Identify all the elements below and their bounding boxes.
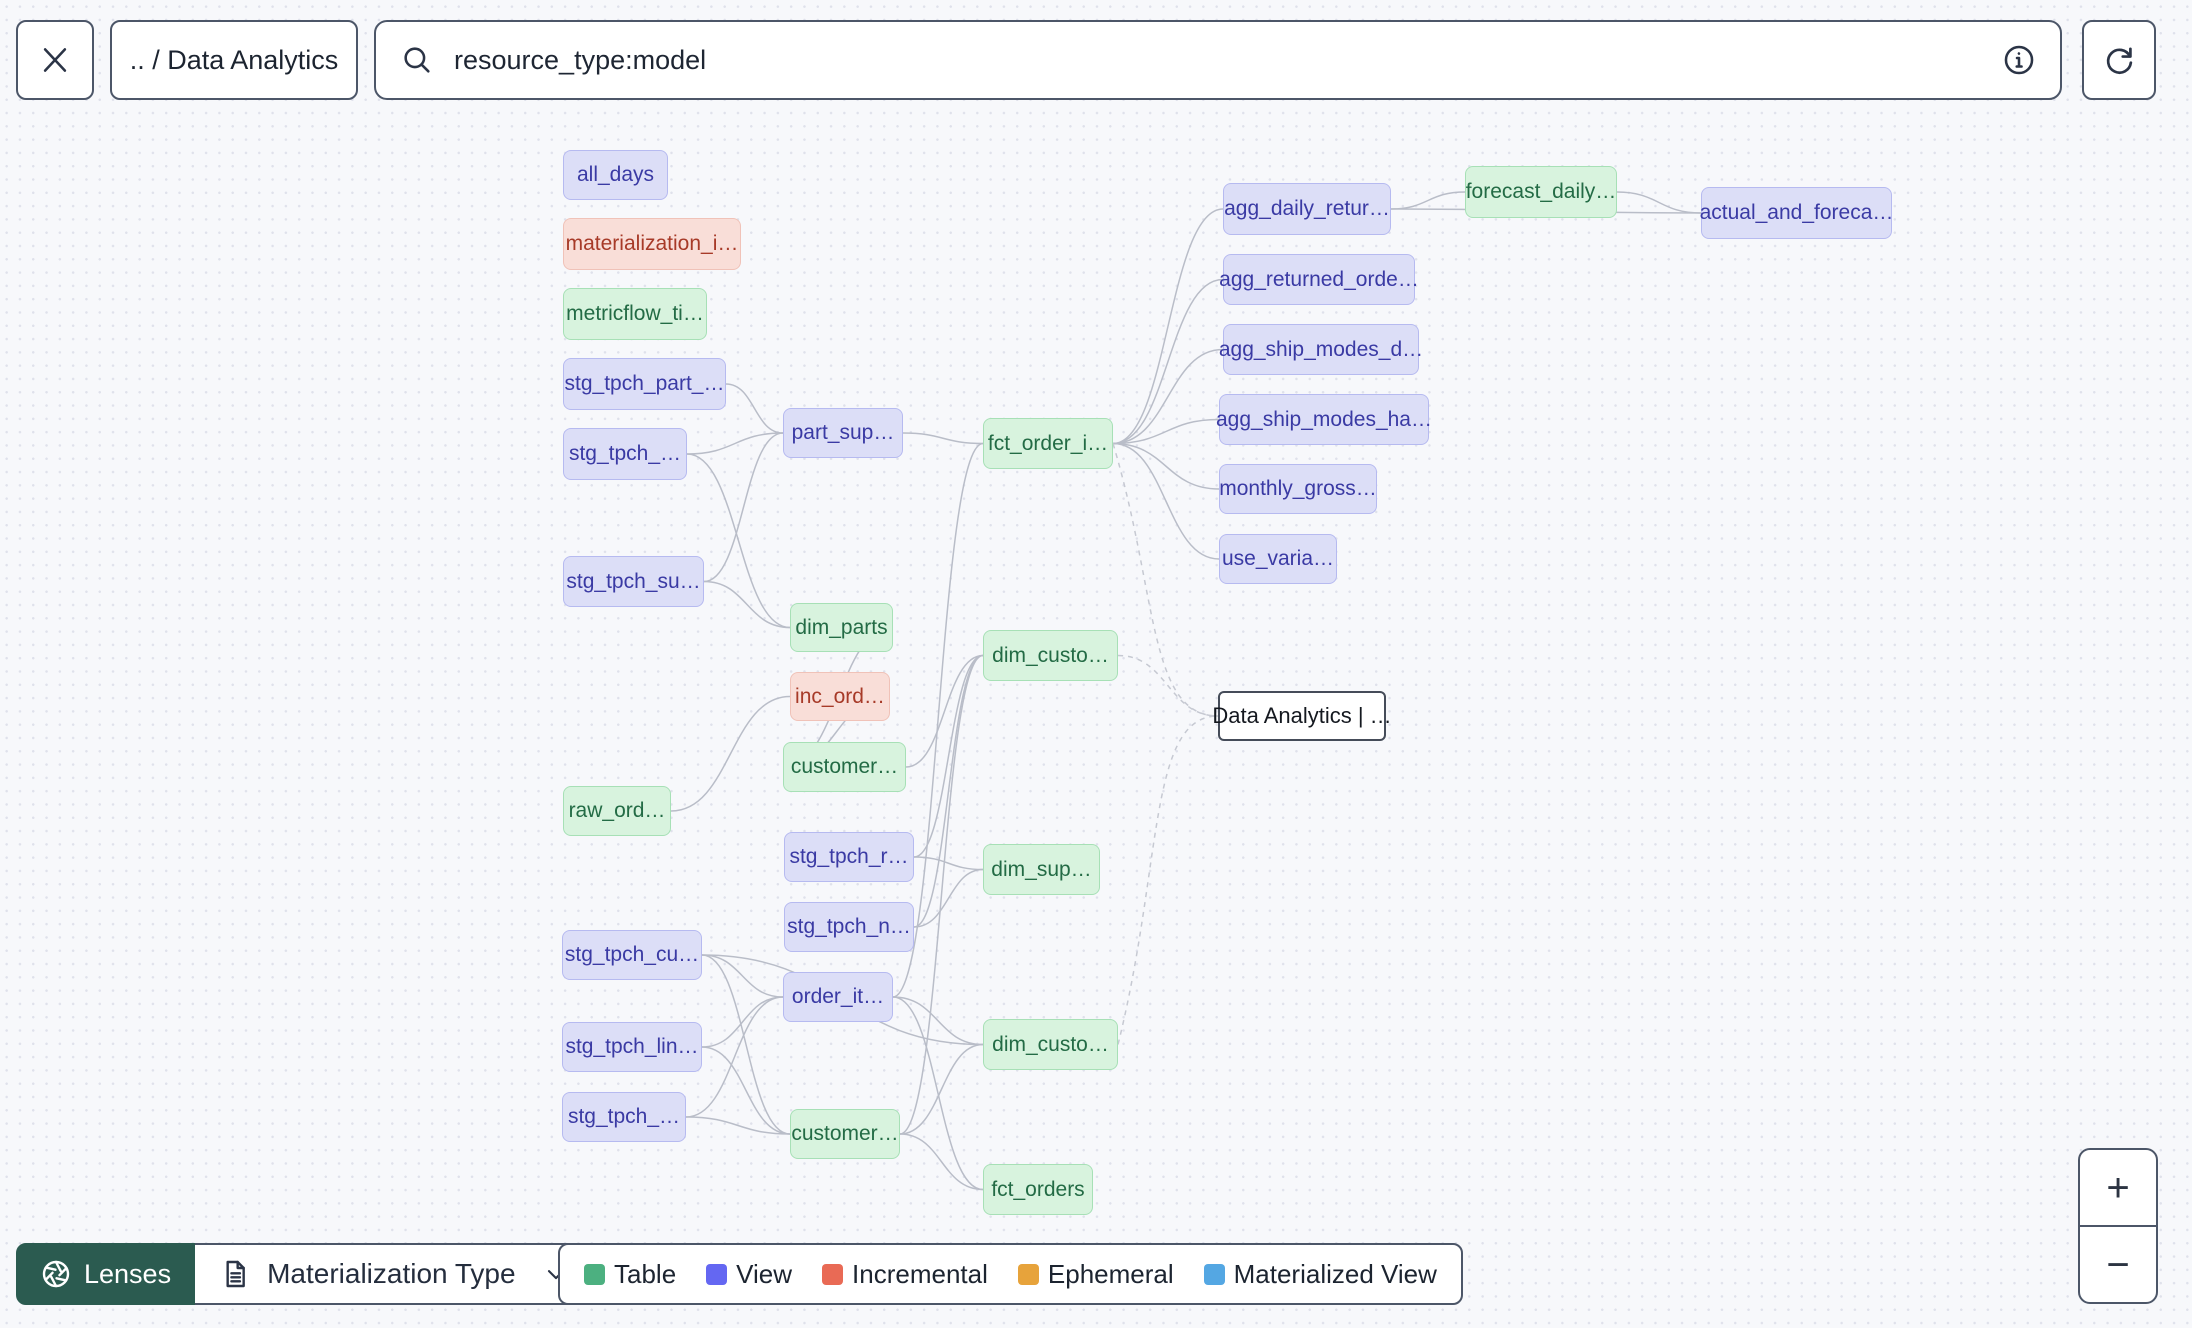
graph-edge-raw_ord-inc_ord bbox=[670, 695, 791, 812]
legend-label: Table bbox=[614, 1258, 677, 1289]
breadcrumb-label: .. / Data Analytics bbox=[129, 44, 339, 75]
graph-node-dim_parts[interactable]: dim_parts bbox=[790, 603, 893, 652]
graph-edge-stg_tpch_part-part_sup bbox=[725, 383, 784, 434]
graph-edge-fct_order_i-agg_daily_retur bbox=[1112, 208, 1224, 445]
legend-item-materialized-view: Materialized View bbox=[1203, 1258, 1437, 1290]
lenses-button-label: Lenses bbox=[84, 1258, 172, 1289]
graph-node-part_sup[interactable]: part_sup… bbox=[783, 408, 903, 458]
graph-node-use_varia[interactable]: use_varia… bbox=[1219, 534, 1337, 584]
graph-node-raw_ord[interactable]: raw_ord… bbox=[563, 786, 671, 836]
legend-swatch bbox=[584, 1263, 605, 1285]
graph-node-forecast_daily[interactable]: forecast_daily… bbox=[1465, 166, 1617, 218]
lens-selector[interactable]: Materialization Type bbox=[195, 1243, 596, 1305]
graph-node-stg_tpch_n[interactable]: stg_tpch_n… bbox=[784, 902, 914, 952]
graph-node-customer_a[interactable]: customer… bbox=[783, 742, 906, 792]
materialization-legend: Table View Incremental Ephemeral Materialize… bbox=[558, 1243, 1463, 1305]
legend-item-ephemeral: Ephemeral bbox=[1017, 1258, 1174, 1290]
legend-item-incremental: Incremental bbox=[822, 1259, 988, 1290]
search-input[interactable] bbox=[454, 44, 2002, 76]
graph-node-dim_custo_a[interactable]: dim_custo… bbox=[983, 630, 1118, 681]
graph-edge-fct_order_i-monthly_gross bbox=[1112, 442, 1220, 490]
info-icon[interactable] bbox=[2002, 43, 2036, 77]
aperture-icon bbox=[40, 1258, 72, 1290]
graph-node-stg_tpch_a[interactable]: stg_tpch_… bbox=[563, 428, 687, 480]
graph-edge-stg_tpch_n-dim_custo_a bbox=[913, 654, 984, 928]
graph-edge-stg_tpch_lin-customer_b bbox=[701, 1046, 791, 1135]
lens-selected-label: Materialization Type bbox=[267, 1258, 516, 1289]
legend-label: Incremental bbox=[852, 1258, 988, 1289]
graph-node-dim_sup[interactable]: dim_sup… bbox=[983, 844, 1100, 895]
search-icon bbox=[400, 43, 434, 77]
graph-edge-dim_custo_b-exposure bbox=[1117, 715, 1219, 1045]
graph-node-exposure[interactable]: Data Analytics | … bbox=[1212, 691, 1392, 741]
legend-swatch bbox=[1203, 1263, 1225, 1285]
close-button[interactable] bbox=[16, 20, 94, 100]
graph-node-dim_custo_b[interactable]: dim_custo… bbox=[983, 1019, 1118, 1070]
graph-node-inc_ord[interactable]: inc_ord… bbox=[790, 672, 890, 721]
graph-node-metricflow[interactable]: metricflow_ti… bbox=[563, 288, 707, 340]
graph-node-fct_orders[interactable]: fct_orders bbox=[983, 1164, 1093, 1215]
breadcrumb[interactable]: .. / Data Analytics bbox=[110, 20, 358, 100]
graph-node-all_days[interactable]: all_days bbox=[563, 150, 668, 200]
document-icon bbox=[219, 1258, 251, 1290]
graph-edge-customer_a-dim_custo_a bbox=[905, 654, 984, 768]
graph-node-agg_daily_retur[interactable]: agg_daily_retur… bbox=[1223, 183, 1391, 235]
refresh-button[interactable] bbox=[2082, 20, 2156, 100]
legend-item-table: Table bbox=[584, 1259, 676, 1290]
graph-edge-fct_order_i-agg_returned bbox=[1112, 278, 1224, 445]
graph-edge-customer_b-fct_orders bbox=[899, 1133, 984, 1191]
graph-edge-stg_tpch_su-dim_parts bbox=[703, 580, 791, 629]
graph-edge-customer_b-dim_custo_b bbox=[899, 1043, 984, 1135]
graph-edge-forecast_daily-actual_foreca bbox=[1616, 191, 1702, 214]
graph-node-stg_tpch_b[interactable]: stg_tpch_… bbox=[562, 1092, 686, 1142]
legend-swatch bbox=[822, 1263, 844, 1285]
lineage-graph-canvas[interactable]: all_days materialization_i… metricflow_ti…… bbox=[0, 0, 2192, 1328]
graph-edge-stg_tpch_a-part_sup bbox=[686, 432, 784, 455]
search-bar[interactable] bbox=[374, 20, 2062, 100]
graph-node-fct_order_i[interactable]: fct_order_i… bbox=[983, 418, 1113, 469]
graph-edge-fct_order_i-use_varia bbox=[1112, 442, 1220, 560]
refresh-arrow-icon bbox=[2101, 42, 2137, 78]
legend-swatch bbox=[706, 1263, 728, 1285]
zoom-out-button[interactable]: − bbox=[2080, 1227, 2156, 1302]
graph-edge-order_it-fct_orders bbox=[892, 996, 984, 1191]
graph-node-agg_returned[interactable]: agg_returned_orde… bbox=[1219, 254, 1419, 305]
graph-edge-customer_b-dim_custo_a bbox=[899, 654, 984, 1135]
legend-item-view: View bbox=[706, 1259, 792, 1290]
graph-node-customer_b[interactable]: customer… bbox=[790, 1109, 900, 1159]
legend-label: Ephemeral bbox=[1047, 1258, 1174, 1289]
lenses-button[interactable]: Lenses bbox=[16, 1243, 196, 1305]
graph-node-stg_tpch_su[interactable]: stg_tpch_su… bbox=[563, 556, 704, 607]
graph-node-actual_foreca[interactable]: actual_and_foreca… bbox=[1700, 187, 1893, 239]
graph-edge-part_sup-fct_order_i bbox=[902, 432, 984, 445]
graph-node-agg_ship_ha[interactable]: agg_ship_modes_ha… bbox=[1216, 394, 1432, 445]
graph-edge-fct_order_i-exposure bbox=[1112, 443, 1219, 717]
zoom-in-button[interactable]: + bbox=[2080, 1150, 2156, 1225]
graph-node-materialization[interactable]: materialization_i… bbox=[563, 218, 741, 270]
graph-node-monthly_gross[interactable]: monthly_gross… bbox=[1219, 464, 1377, 514]
graph-node-stg_tpch_cu[interactable]: stg_tpch_cu… bbox=[562, 930, 702, 980]
x-icon bbox=[38, 43, 72, 77]
legend-label: View bbox=[736, 1258, 793, 1289]
graph-edge-dim_custo_a-exposure bbox=[1117, 654, 1219, 717]
legend-swatch bbox=[1017, 1263, 1039, 1285]
graph-node-stg_tpch_lin[interactable]: stg_tpch_lin… bbox=[562, 1022, 702, 1072]
legend-label: Materialized View bbox=[1233, 1258, 1437, 1289]
graph-node-order_it[interactable]: order_it… bbox=[783, 972, 893, 1022]
zoom-controls: + − bbox=[2078, 1148, 2158, 1304]
graph-edge-agg_daily_retur-forecast_daily bbox=[1390, 191, 1466, 210]
lenses-control: Lenses Materialization Type bbox=[16, 1243, 596, 1305]
graph-node-stg_tpch_r[interactable]: stg_tpch_r… bbox=[784, 832, 914, 882]
graph-node-stg_tpch_part[interactable]: stg_tpch_part_… bbox=[563, 358, 726, 410]
graph-node-agg_ship_d[interactable]: agg_ship_modes_d… bbox=[1219, 324, 1423, 375]
